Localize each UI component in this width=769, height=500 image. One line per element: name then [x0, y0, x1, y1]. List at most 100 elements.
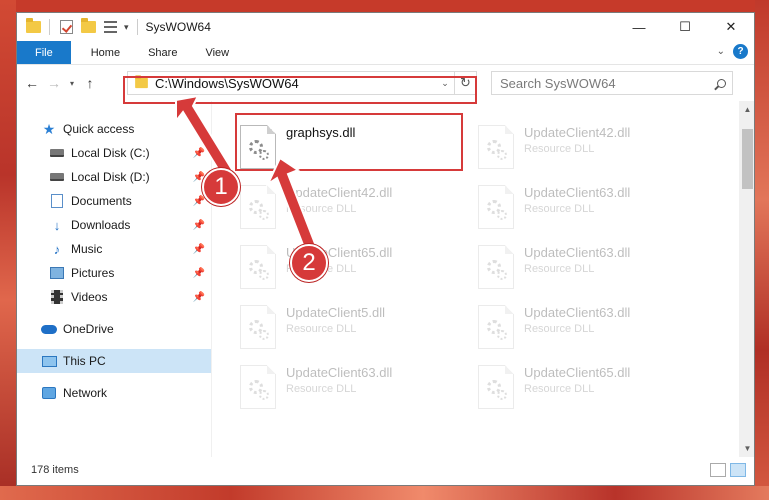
file-name: UpdateClient63.dll: [524, 185, 631, 200]
dll-file-icon: [240, 125, 276, 169]
minimize-button[interactable]: —: [616, 13, 662, 41]
properties-check-icon[interactable]: [58, 19, 74, 35]
videos-icon: [49, 289, 65, 305]
file-item[interactable]: UpdateClient63.dll Resource DLL: [474, 237, 694, 297]
dll-file-icon: [240, 185, 276, 229]
file-item[interactable]: UpdateClient42.dll Resource DLL: [474, 117, 694, 177]
file-item[interactable]: UpdateClient65.dll Resource DLL: [474, 357, 694, 417]
dll-file-icon: [240, 305, 276, 349]
scroll-up-icon[interactable]: ▲: [739, 101, 754, 118]
nav-item-label: Local Disk (C:): [71, 146, 150, 160]
help-icon[interactable]: ?: [733, 44, 748, 59]
nav-item-label: Videos: [71, 290, 108, 304]
pictures-icon: [49, 265, 65, 281]
documents-icon: [49, 193, 65, 209]
file-type: Resource DLL: [524, 203, 595, 215]
dll-file-icon: [478, 365, 514, 409]
network-icon: [41, 385, 57, 401]
file-item[interactable]: UpdateClient63.dll Resource DLL: [236, 357, 456, 417]
search-input[interactable]: [500, 75, 710, 91]
nav-item-local-disk-d[interactable]: Local Disk (D:) 📌: [17, 165, 211, 189]
recent-locations-chevron-icon[interactable]: ▾: [65, 79, 79, 88]
address-path[interactable]: C:\Windows\SysWOW64: [155, 76, 436, 91]
nav-item-onedrive[interactable]: OneDrive: [17, 317, 211, 341]
nav-item-local-disk-c[interactable]: Local Disk (C:) 📌: [17, 141, 211, 165]
file-item-graphsys[interactable]: graphsys.dll: [236, 117, 456, 177]
nav-item-this-pc[interactable]: This PC: [17, 349, 211, 373]
nav-item-pictures[interactable]: Pictures 📌: [17, 261, 211, 285]
nav-item-downloads[interactable]: ↓ Downloads 📌: [17, 213, 211, 237]
onedrive-icon: [41, 321, 57, 337]
dll-file-icon: [478, 245, 514, 289]
file-name: UpdateClient63.dll: [524, 245, 631, 260]
title-bar: ▾ SysWOW64 — ☐ ✕: [17, 13, 754, 41]
properties-icon[interactable]: [102, 19, 118, 35]
pin-icon[interactable]: 📌: [193, 268, 205, 279]
background-left: [0, 0, 16, 500]
nav-item-label: Pictures: [71, 266, 115, 280]
tab-file[interactable]: File: [17, 41, 71, 64]
pin-icon[interactable]: 📌: [193, 196, 205, 207]
file-item[interactable]: UpdateClient63.dll Resource DLL: [474, 297, 694, 357]
maximize-button[interactable]: ☐: [662, 13, 708, 41]
pin-icon[interactable]: 📌: [193, 292, 205, 303]
file-name: UpdateClient63.dll: [524, 305, 631, 320]
pin-icon[interactable]: 📌: [193, 220, 205, 231]
downloads-icon: ↓: [53, 217, 61, 233]
nav-item-documents[interactable]: Documents 📌: [17, 189, 211, 213]
expand-ribbon-chevron-icon[interactable]: ⌄: [717, 46, 725, 57]
close-button[interactable]: ✕: [708, 13, 754, 41]
background-bottom: [0, 486, 769, 500]
back-arrow-icon[interactable]: ←: [21, 72, 43, 94]
nav-item-label: This PC: [63, 354, 106, 368]
star-icon: ★: [42, 120, 56, 137]
title-divider: [49, 19, 50, 35]
nav-item-videos[interactable]: Videos 📌: [17, 285, 211, 309]
nav-item-label: OneDrive: [63, 322, 114, 336]
details-view-icon[interactable]: [710, 463, 726, 477]
file-name: UpdateClient42.dll: [286, 185, 393, 200]
view-buttons: [710, 463, 746, 477]
up-arrow-icon[interactable]: ↑: [79, 72, 101, 94]
nav-item-music[interactable]: ♪ Music 📌: [17, 237, 211, 261]
annotation-marker-2: 2: [290, 244, 328, 282]
nav-item-network[interactable]: Network: [17, 381, 211, 405]
file-name: graphsys.dll: [286, 125, 356, 140]
vertical-scrollbar[interactable]: ▲ ▼: [739, 101, 754, 457]
file-name: UpdateClient63.dll: [286, 365, 393, 380]
file-type: Resource DLL: [524, 263, 595, 275]
file-item[interactable]: UpdateClient42.dll Resource DLL: [236, 177, 456, 237]
forward-arrow-icon[interactable]: →: [43, 72, 65, 94]
navigation-pane: ★ Quick access Local Disk (C:) 📌 Local D…: [17, 101, 212, 457]
scrollbar-thumb[interactable]: [742, 129, 753, 189]
pin-icon[interactable]: 📌: [193, 148, 205, 159]
nav-item-label: Music: [71, 242, 103, 256]
new-folder-icon[interactable]: [80, 18, 96, 35]
drive-icon: [49, 145, 65, 161]
address-row: ← → ▾ ↑ C:\Windows\SysWOW64 ⌄ ↻: [17, 65, 754, 101]
tab-view[interactable]: View: [191, 41, 243, 64]
nav-item-quick-access[interactable]: ★ Quick access: [17, 117, 211, 141]
large-icons-view-icon[interactable]: [730, 463, 746, 477]
search-box[interactable]: [491, 71, 733, 95]
refresh-icon[interactable]: ↻: [454, 72, 476, 94]
quick-access-dropdown-icon[interactable]: ▾: [124, 22, 129, 33]
pin-icon[interactable]: 📌: [193, 244, 205, 255]
file-name: UpdateClient42.dll: [524, 125, 631, 140]
this-pc-icon: [41, 353, 57, 369]
drive-icon: [49, 169, 65, 185]
content-area: ★ Quick access Local Disk (C:) 📌 Local D…: [17, 101, 754, 457]
nav-item-label: Quick access: [63, 122, 135, 136]
address-bar[interactable]: C:\Windows\SysWOW64 ⌄ ↻: [127, 71, 477, 95]
file-item[interactable]: UpdateClient5.dll Resource DLL: [236, 297, 456, 357]
search-icon[interactable]: [710, 78, 732, 88]
nav-item-label: Network: [63, 386, 108, 400]
dll-file-icon: [478, 305, 514, 349]
file-item[interactable]: UpdateClient65.dll Resource DLL: [236, 237, 456, 297]
tab-home[interactable]: Home: [77, 41, 134, 64]
ribbon-tabs: File Home Share View ⌄ ?: [17, 41, 754, 65]
tab-share[interactable]: Share: [134, 41, 191, 64]
address-dropdown-chevron-icon[interactable]: ⌄: [436, 78, 454, 89]
file-item[interactable]: UpdateClient63.dll Resource DLL: [474, 177, 694, 237]
file-type: Resource DLL: [524, 383, 595, 395]
